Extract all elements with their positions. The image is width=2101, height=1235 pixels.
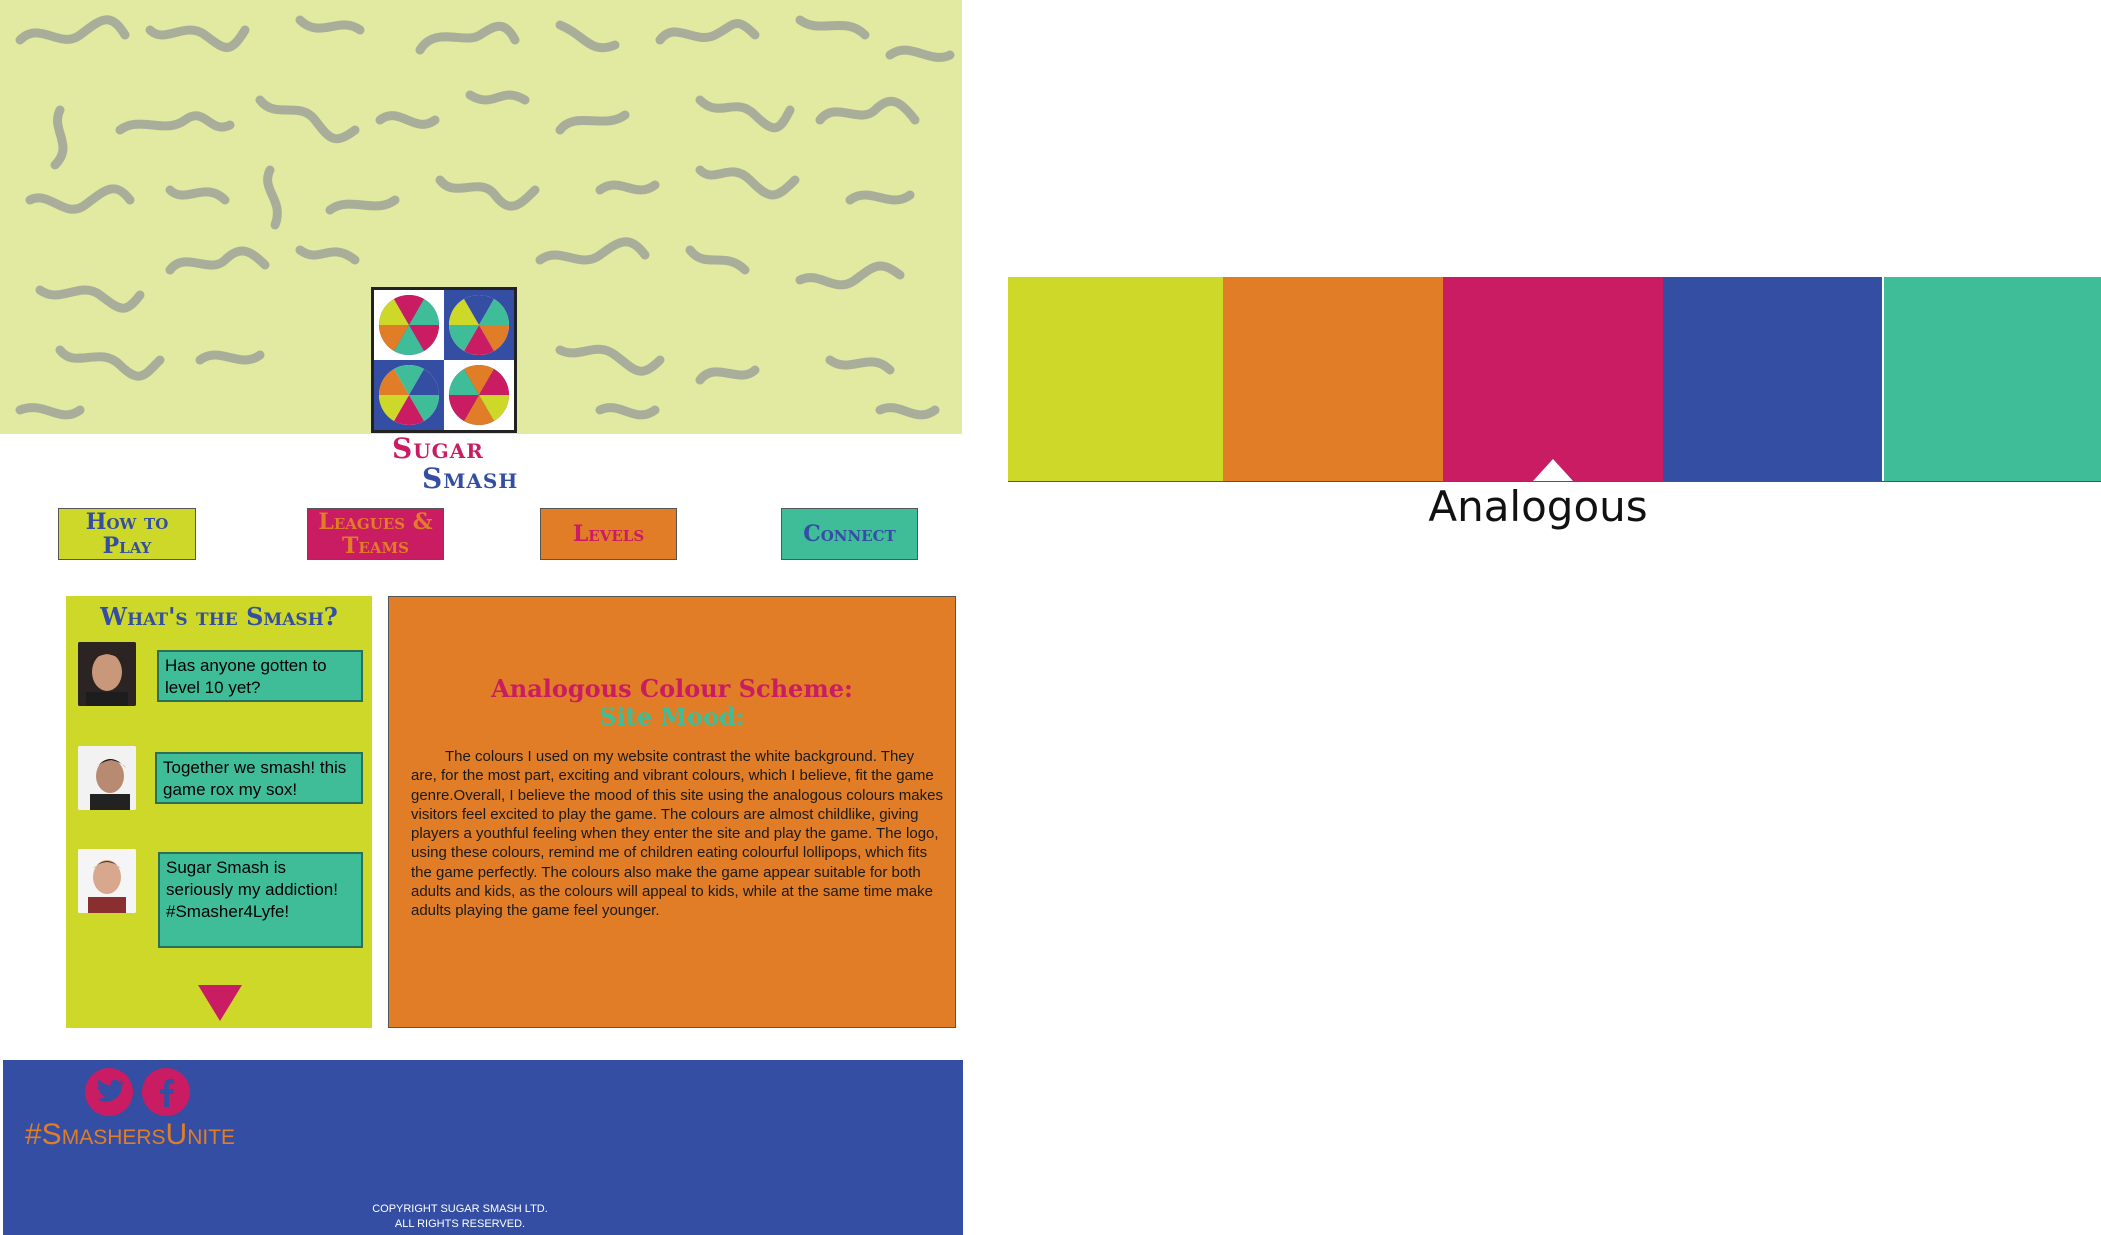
nav-leagues-teams[interactable]: Leagues & Teams	[307, 508, 444, 560]
lollipop-icon	[444, 290, 514, 360]
lollipop-icon	[374, 360, 444, 430]
avatar[interactable]	[78, 746, 136, 810]
nav-connect[interactable]: Connect	[781, 508, 918, 560]
swatch-blue[interactable]	[1663, 277, 1882, 481]
scroll-down-arrow-icon[interactable]	[198, 985, 242, 1026]
chat-title: What's the Smash?	[100, 602, 338, 631]
swatch-magenta[interactable]	[1443, 277, 1663, 481]
brand-word-smash: Smash	[422, 462, 519, 495]
description-subtitle: Site Mood:	[599, 702, 745, 731]
description-heading: Analogous Colour Scheme: Site Mood:	[389, 675, 955, 731]
twitter-icon[interactable]	[85, 1068, 133, 1116]
chat-panel: What's the Smash? Has anyone gotten to l…	[66, 596, 372, 1028]
nav-levels[interactable]: Levels	[540, 508, 677, 560]
lollipop-icon	[374, 290, 444, 360]
avatar[interactable]	[78, 642, 136, 706]
description-panel: Analogous Colour Scheme: Site Mood: The …	[388, 596, 956, 1028]
chat-message: Has anyone gotten to level 10 yet?	[157, 650, 363, 702]
footer: #SmashersUnite COPYRIGHT SUGAR SMASH LTD…	[3, 1060, 963, 1235]
palette-label: Analogous	[1428, 482, 1648, 531]
description-body: The colours I used on my website contras…	[411, 748, 943, 920]
swatch-teal[interactable]	[1884, 277, 2101, 481]
brand-word-sugar: Sugar	[392, 432, 484, 465]
chat-message: Together we smash! this game rox my sox!	[155, 752, 363, 804]
logo[interactable]	[371, 287, 517, 433]
swatch-lime[interactable]	[1008, 277, 1223, 481]
facebook-icon[interactable]	[142, 1068, 190, 1116]
hashtag-text[interactable]: #SmashersUnite	[25, 1118, 235, 1152]
nav-how-to-play[interactable]: How to Play	[58, 508, 196, 560]
copyright-line: COPYRIGHT SUGAR SMASH LTD.	[372, 1203, 548, 1215]
copyright-line: ALL RIGHTS RESERVED.	[394, 1218, 526, 1230]
chat-message: Sugar Smash is seriously my addiction! #…	[158, 852, 363, 948]
swatch-orange[interactable]	[1223, 277, 1443, 481]
avatar[interactable]	[78, 849, 136, 913]
lollipop-icon	[444, 360, 514, 430]
copyright-text: COPYRIGHT SUGAR SMASH LTD. ALL RIGHTS RE…	[3, 1202, 917, 1232]
description-title: Analogous Colour Scheme:	[491, 674, 853, 703]
